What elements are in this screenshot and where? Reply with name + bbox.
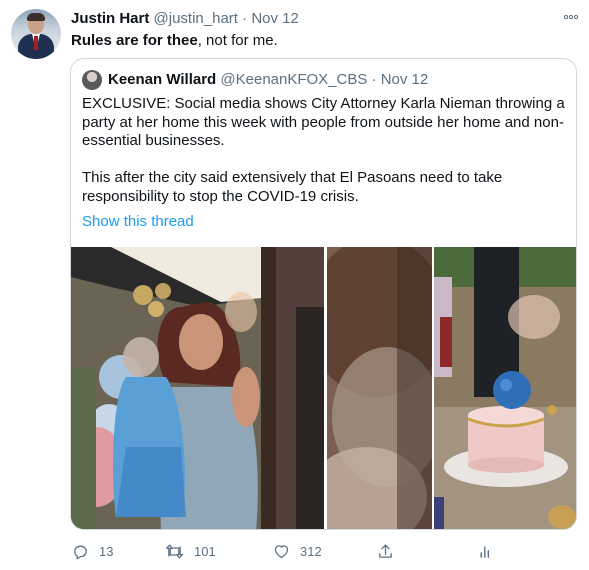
reply-button[interactable]: 13 (72, 543, 113, 560)
analytics-button[interactable] (477, 543, 494, 560)
reply-icon (74, 545, 87, 560)
quoted-paragraph-2: This after the city said extensively tha… (82, 169, 503, 205)
photo-party-woman-child[interactable] (71, 247, 324, 529)
quoted-date[interactable]: Nov 12 (381, 71, 429, 88)
reply-count: 13 (99, 544, 114, 560)
tweet[interactable]: Justin Hart @justin_hart · Nov 12 Rules … (0, 0, 589, 570)
quoted-paragraph-1: EXCLUSIVE: Social media shows City Attor… (82, 95, 565, 149)
retweet-count: 101 (194, 544, 216, 560)
quoted-text: EXCLUSIVE: Social media shows City Attor… (82, 95, 572, 206)
author-handle[interactable]: @justin_hart (154, 10, 238, 27)
author-avatar[interactable] (11, 9, 61, 59)
tweet-text: Rules are for thee, not for me. (71, 32, 278, 50)
quoted-header: Keenan Willard @KeenanKFOX_CBS · Nov 12 (108, 71, 428, 89)
more-icon[interactable] (563, 9, 579, 24)
share-icon (379, 544, 392, 558)
quoted-author-avatar[interactable] (82, 70, 102, 90)
like-button[interactable]: 312 (273, 543, 322, 560)
photo-birthday-cake[interactable] (434, 247, 576, 529)
quoted-separator: · (371, 71, 377, 88)
author-name[interactable]: Justin Hart (71, 10, 149, 27)
tweet-text-rest: , not for me. (197, 32, 278, 49)
quoted-tweet[interactable]: Keenan Willard @KeenanKFOX_CBS · Nov 12 … (70, 58, 577, 530)
photo-grid (71, 247, 576, 529)
like-icon (274, 545, 289, 559)
analytics-icon (480, 546, 490, 558)
share-button[interactable] (377, 543, 394, 560)
retweet-button[interactable]: 101 (165, 543, 216, 560)
like-count: 312 (300, 544, 322, 560)
retweet-icon (166, 544, 183, 559)
tweet-header: Justin Hart @justin_hart · Nov 12 (71, 10, 299, 28)
photo-blurred[interactable] (327, 247, 432, 529)
show-thread-link[interactable]: Show this thread (82, 213, 194, 230)
quoted-author-handle[interactable]: @KeenanKFOX_CBS (220, 71, 367, 88)
quoted-author-name[interactable]: Keenan Willard (108, 71, 216, 88)
tweet-text-bold: Rules are for thee (71, 32, 198, 49)
separator: · (242, 10, 248, 27)
tweet-date[interactable]: Nov 12 (251, 10, 299, 27)
